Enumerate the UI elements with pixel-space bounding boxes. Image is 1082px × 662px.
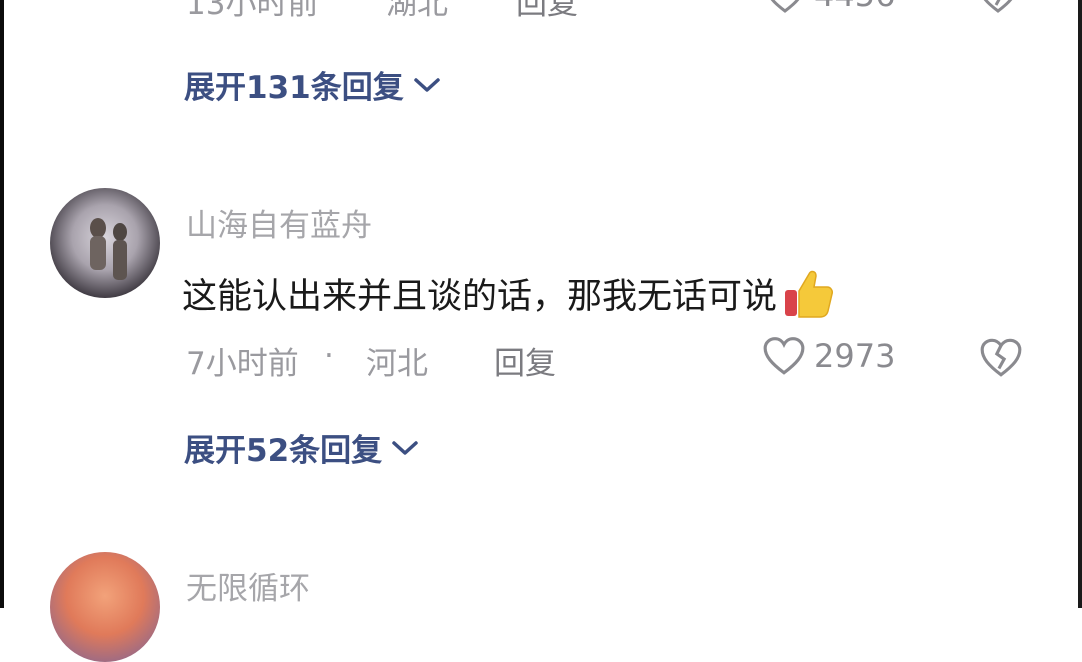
comment-username[interactable]: 无限循环	[186, 563, 310, 608]
screen-edge-left	[0, 0, 4, 608]
expand-replies-label: 展开52条回复	[184, 433, 383, 469]
avatar[interactable]	[50, 188, 160, 298]
avatar-image	[90, 218, 127, 280]
heart-icon	[770, 0, 800, 13]
comment-username[interactable]: 山海自有蓝舟	[186, 200, 372, 245]
chevron-down-icon	[413, 77, 440, 92]
comment-content: 这能认出来并且谈的话，那我无话可说	[182, 264, 837, 322]
comment-time: 13小时前	[186, 0, 319, 22]
reply-button[interactable]: 回复	[516, 0, 578, 23]
reply-button[interactable]: 回复	[494, 338, 556, 383]
like-button[interactable]: 2973	[762, 336, 895, 376]
screen-edge-right	[1078, 0, 1082, 608]
meta-separator: ·	[324, 338, 334, 374]
heart-icon	[763, 337, 805, 375]
comment-text: 这能认出来并且谈的话，那我无话可说	[182, 276, 778, 317]
dislike-icon[interactable]	[976, 0, 1020, 14]
avatar[interactable]	[50, 552, 160, 662]
like-count: 4456	[814, 0, 895, 14]
like-count: 2973	[814, 337, 896, 375]
expand-replies-label: 展开131条回复	[184, 70, 404, 106]
thumbs-up-icon	[785, 270, 834, 318]
comment-time: 7小时前	[186, 346, 299, 382]
comment-meta: 7小时前 · 河北 回复 2973	[186, 336, 1046, 382]
chevron-down-icon	[392, 440, 418, 455]
expand-replies-button[interactable]: 展开131条回复	[184, 62, 442, 107]
expand-replies-button[interactable]: 展开52条回复	[184, 425, 420, 470]
comment-location: 河北	[366, 346, 428, 382]
comment-location: 湖北	[386, 0, 448, 22]
comment-meta: 13小时前 湖北 回复 4456	[186, 0, 1046, 22]
dislike-icon[interactable]	[978, 336, 1024, 378]
like-button[interactable]: 4456	[764, 0, 895, 14]
